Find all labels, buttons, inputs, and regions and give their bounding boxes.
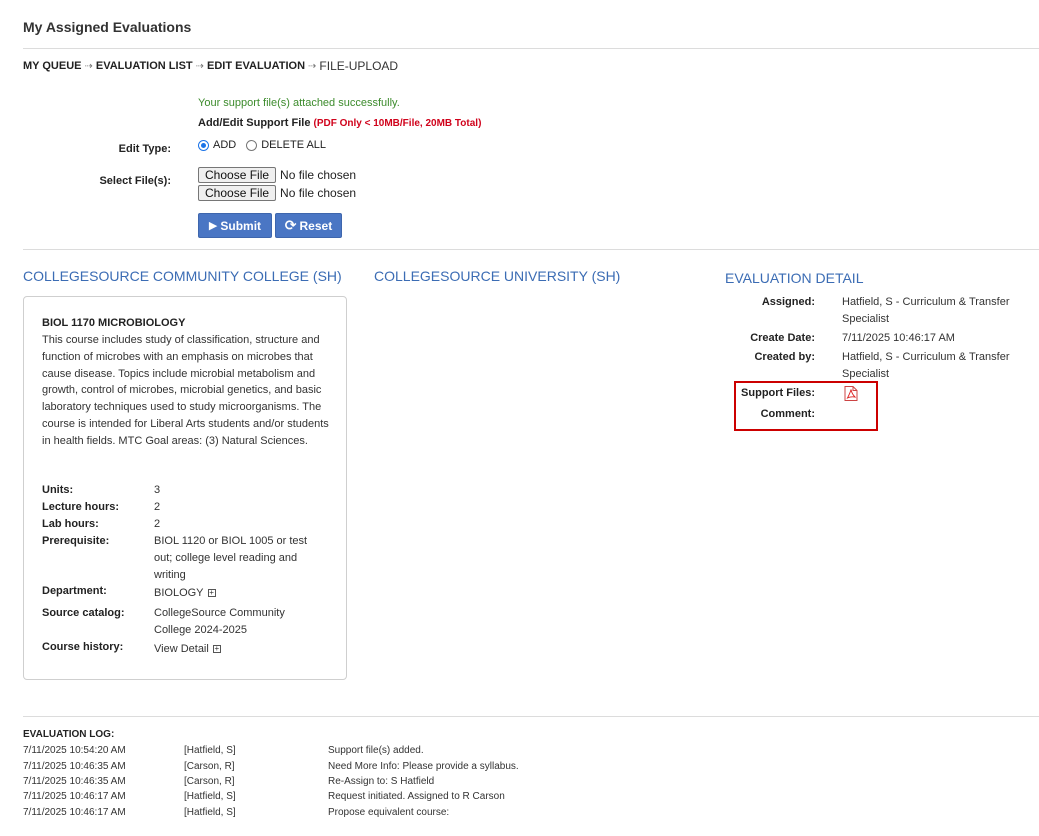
log-user: [Carson, R] <box>184 761 235 772</box>
course-description: This course includes study of classifica… <box>42 334 329 447</box>
created-by-value: Hatfield, S - Curriculum & Transfer Spec… <box>842 351 1010 380</box>
evaluation-detail-title: EVALUATION DETAIL <box>725 270 864 286</box>
file-status-2: No file chosen <box>280 186 357 200</box>
evaluation-log-title: EVALUATION LOG: <box>23 729 115 740</box>
file-status-1: No file chosen <box>280 168 357 182</box>
refresh-icon: ⟳ <box>284 217 297 233</box>
reset-button[interactable]: ⟳ Reset <box>275 213 342 238</box>
edit-type-delete-all-radio[interactable] <box>246 139 258 151</box>
log-action: Propose equivalent course: <box>328 807 450 818</box>
edit-type-label: Edit Type: <box>118 143 171 155</box>
play-icon: ▶ <box>208 220 218 232</box>
prerequisite-label: Prerequisite: <box>42 535 110 547</box>
log-row: 7/11/2025 10:46:17 AM [Hatfield, S] Prop… <box>23 807 1023 822</box>
expand-plus-icon[interactable]: + <box>212 645 221 653</box>
breadcrumb-arrow-icon: ⇢ <box>84 60 93 72</box>
success-message: Your support file(s) attached successful… <box>198 97 400 109</box>
source-institution-title: COLLEGESOURCE COMMUNITY COLLEGE (SH) <box>23 268 342 284</box>
upload-heading: Add/Edit Support File (PDF Only < 10MB/F… <box>198 117 481 129</box>
assigned-value: Hatfield, S - Curriculum & Transfer Spec… <box>842 296 1010 325</box>
prerequisite-value: BIOL 1120 or BIOL 1005 or test out; coll… <box>154 535 308 581</box>
course-name: BIOL 1170 MICROBIOLOGY <box>42 317 186 329</box>
log-row: 7/11/2025 10:46:35 AM [Carson, R] Re-Ass… <box>23 776 1023 791</box>
submit-label: Submit <box>220 218 262 233</box>
breadcrumb: MY QUEUE ⇢ EVALUATION LIST ⇢ EDIT EVALUA… <box>23 59 398 73</box>
lecture-hours-label: Lecture hours: <box>42 501 120 513</box>
create-date-value: 7/11/2025 10:46:17 AM <box>842 332 955 344</box>
log-action: Re-Assign to: S Hatfield <box>328 776 435 787</box>
reset-label: Reset <box>299 218 333 233</box>
breadcrumb-my-queue[interactable]: MY QUEUE <box>23 60 81 72</box>
log-action: Support file(s) added. <box>328 745 424 756</box>
edit-type-delete-all-label[interactable]: DELETE ALL <box>261 139 326 151</box>
course-history-label: Course history: <box>42 641 124 653</box>
lecture-hours-value: 2 <box>154 501 161 513</box>
log-user: [Hatfield, S] <box>184 807 236 818</box>
created-by-label: Created by: <box>754 351 815 363</box>
breadcrumb-file-upload: FILE-UPLOAD <box>319 59 399 73</box>
breadcrumb-arrow-icon: ⇢ <box>308 60 317 72</box>
log-row: 7/11/2025 10:46:35 AM [Carson, R] Need M… <box>23 761 1023 776</box>
log-user: [Hatfield, S] <box>184 745 236 756</box>
department-name: BIOLOGY <box>154 587 204 599</box>
units-value: 3 <box>154 484 161 496</box>
target-institution-title: COLLEGESOURCE UNIVERSITY (SH) <box>374 268 621 284</box>
form-divider <box>23 249 1039 250</box>
submit-button[interactable]: ▶ Submit <box>198 213 272 238</box>
choose-file-button-2[interactable]: Choose File <box>198 185 277 201</box>
units-label: Units: <box>42 484 74 496</box>
log-row: 7/11/2025 10:46:17 AM [Hatfield, S] Requ… <box>23 791 1023 806</box>
log-time: 7/11/2025 10:54:20 AM <box>23 745 126 756</box>
lab-hours-label: Lab hours: <box>42 518 99 530</box>
breadcrumb-evaluation-list[interactable]: EVALUATION LIST <box>96 60 193 72</box>
assigned-label: Assigned: <box>761 296 815 308</box>
department-label: Department: <box>42 585 107 597</box>
log-time: 7/11/2025 10:46:35 AM <box>23 776 126 787</box>
upload-heading-text: Add/Edit Support File <box>198 117 311 129</box>
upload-limit-note: (PDF Only < 10MB/File, 20MB Total) <box>313 118 482 129</box>
log-time: 7/11/2025 10:46:17 AM <box>23 791 126 802</box>
choose-file-button-1[interactable]: Choose File <box>198 167 277 183</box>
file-input-2: Choose File No file chosen <box>198 185 356 201</box>
log-user: [Carson, R] <box>184 776 235 787</box>
breadcrumb-edit-evaluation[interactable]: EDIT EVALUATION <box>207 60 305 72</box>
edit-type-radio-group: ADD DELETE ALL <box>198 139 326 151</box>
select-files-label: Select File(s): <box>99 175 171 187</box>
file-input-1: Choose File No file chosen <box>198 167 356 183</box>
page-title: My Assigned Evaluations <box>23 19 192 35</box>
log-divider <box>23 716 1039 717</box>
source-catalog-value: CollegeSource Community College 2024-202… <box>154 607 285 636</box>
expand-plus-icon[interactable]: + <box>207 589 216 597</box>
log-time: 7/11/2025 10:46:35 AM <box>23 761 126 772</box>
support-files-highlight-box <box>734 381 878 431</box>
breadcrumb-arrow-icon: ⇢ <box>195 60 205 72</box>
department-value: BIOLOGY + <box>154 585 329 602</box>
log-action: Request initiated. Assigned to R Carson <box>328 791 505 802</box>
log-time: 7/11/2025 10:46:17 AM <box>23 807 126 818</box>
log-action: Need More Info: Please provide a syllabu… <box>328 761 519 772</box>
source-catalog-label: Source catalog: <box>42 607 125 619</box>
edit-type-add-label[interactable]: ADD <box>213 139 236 151</box>
log-row: 7/11/2025 10:54:20 AM [Hatfield, S] Supp… <box>23 745 1023 760</box>
log-user: [Hatfield, S] <box>184 791 236 802</box>
view-detail-link[interactable]: View Detail <box>154 643 209 655</box>
create-date-label: Create Date: <box>750 332 815 344</box>
header-divider <box>23 48 1039 49</box>
edit-type-add-radio[interactable] <box>198 139 209 151</box>
lab-hours-value: 2 <box>154 518 161 530</box>
course-history-value: View Detail + <box>154 641 329 658</box>
